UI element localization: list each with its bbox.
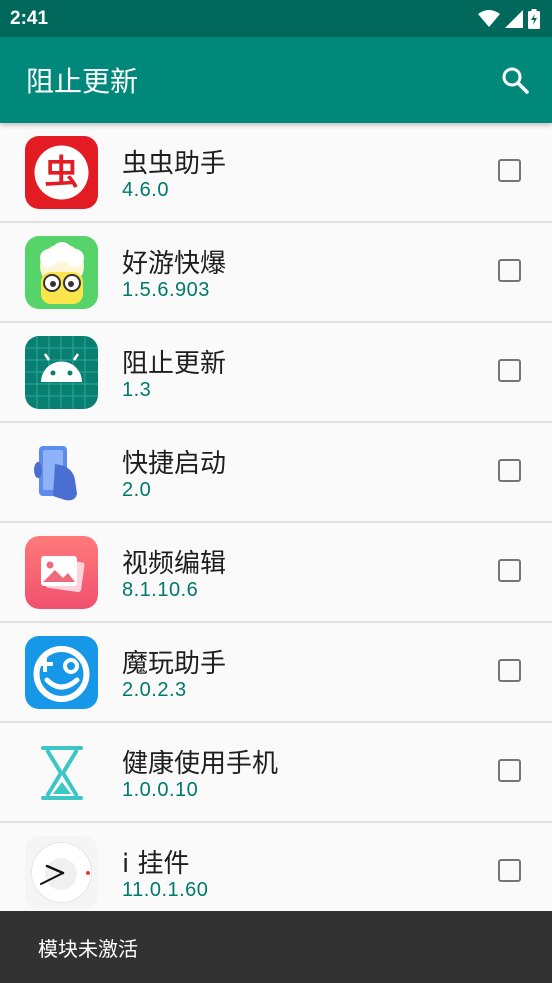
status-icons: [478, 8, 540, 29]
search-icon: [502, 67, 529, 94]
quick-launch-icon: [25, 436, 98, 509]
block-update-checkbox[interactable]: [498, 659, 521, 682]
app-name: 虫虫助手: [122, 149, 227, 179]
clock-widget-icon: [25, 836, 98, 909]
app-name: 视频编辑: [122, 549, 227, 579]
search-button[interactable]: [500, 65, 530, 95]
app-name: 快捷启动: [122, 449, 227, 479]
svg-text:虫: 虫: [45, 153, 79, 193]
app-version: 1.3: [122, 379, 152, 401]
chongchong-icon: 虫: [25, 136, 98, 209]
block-update-checkbox[interactable]: [498, 359, 521, 382]
block-update-checkbox[interactable]: [498, 859, 521, 882]
list-item[interactable]: 虫 虫虫助手 4.6.0: [0, 123, 552, 223]
app-name: 阻止更新: [122, 349, 227, 379]
app-name: 好游快爆: [122, 249, 227, 279]
status-bar: 2:41: [0, 0, 552, 37]
block-update-checkbox[interactable]: [498, 159, 521, 182]
app-name: 魔玩助手: [122, 649, 227, 679]
app-version: 2.0.2.3: [122, 679, 187, 701]
hourglass-icon: [25, 736, 98, 809]
haoyou-icon: [25, 236, 98, 309]
list-item[interactable]: 视频编辑 8.1.10.6: [0, 523, 552, 623]
android-icon: [25, 336, 98, 409]
snackbar-message: 模块未激活: [38, 936, 138, 961]
app-version: 1.0.0.10: [122, 779, 199, 801]
list-item[interactable]: 魔玩助手 2.0.2.3: [0, 623, 552, 723]
app-version: 11.0.1.60: [122, 879, 209, 901]
app-version: 1.5.6.903: [122, 279, 210, 301]
snackbar: 模块未激活: [0, 911, 552, 983]
block-update-checkbox[interactable]: [498, 259, 521, 282]
app-list[interactable]: 虫 虫虫助手 4.6.0 好游快爆 1.5.6.903 阻止更新 1.3 快捷启…: [0, 123, 552, 911]
app-version: 4.6.0: [122, 179, 169, 201]
list-item[interactable]: 健康使用手机 1.0.0.10: [0, 723, 552, 823]
battery-icon: [528, 8, 540, 29]
video-edit-icon: [25, 536, 98, 609]
list-item[interactable]: 阻止更新 1.3: [0, 323, 552, 423]
app-version: 8.1.10.6: [122, 579, 199, 601]
page-title: 阻止更新: [26, 65, 139, 98]
block-update-checkbox[interactable]: [498, 559, 521, 582]
app-version: 2.0: [122, 479, 152, 501]
app-name: i 挂件: [122, 849, 190, 879]
block-update-checkbox[interactable]: [498, 759, 521, 782]
mowan-icon: [25, 636, 98, 709]
status-time: 2:41: [10, 7, 49, 29]
list-item[interactable]: i 挂件 11.0.1.60: [0, 823, 552, 911]
list-item[interactable]: 好游快爆 1.5.6.903: [0, 223, 552, 323]
app-name: 健康使用手机: [122, 749, 279, 779]
app-bar: 阻止更新: [0, 37, 552, 123]
signal-icon: [505, 9, 523, 28]
block-update-checkbox[interactable]: [498, 459, 521, 482]
wifi-icon: [478, 9, 500, 27]
list-item[interactable]: 快捷启动 2.0: [0, 423, 552, 523]
